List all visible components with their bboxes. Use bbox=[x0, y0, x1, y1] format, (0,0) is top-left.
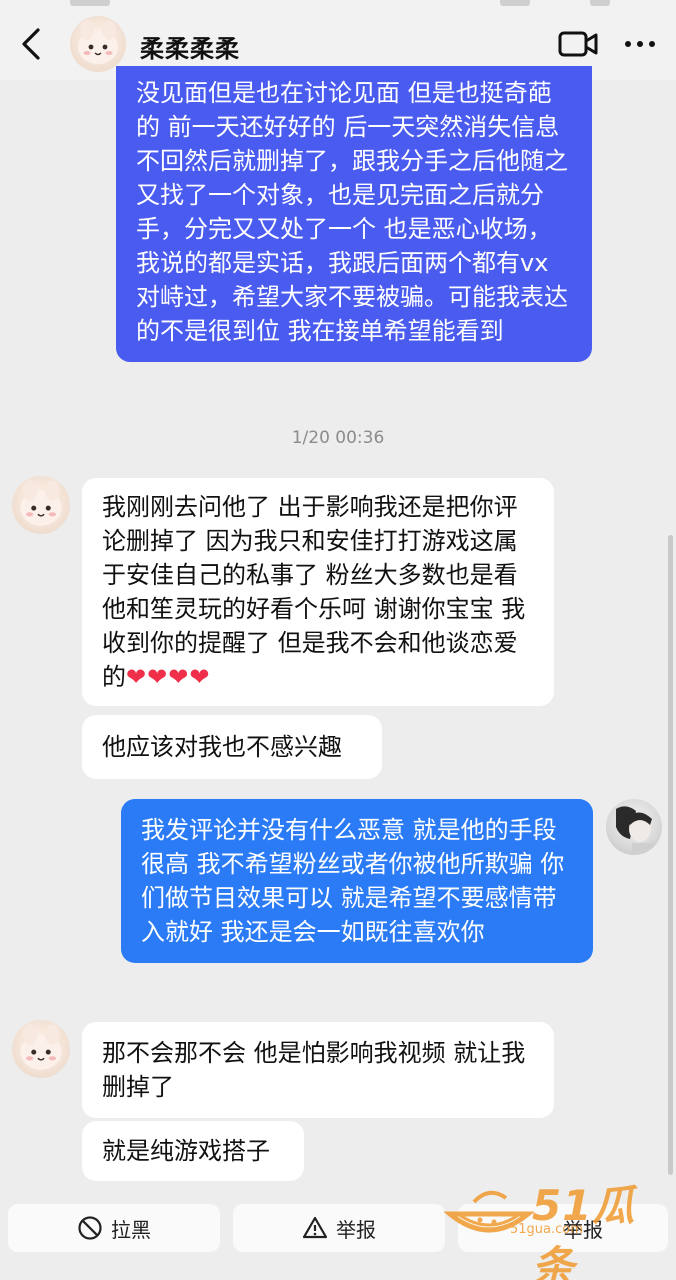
sender-avatar[interactable] bbox=[12, 476, 70, 534]
outgoing-message-bubble[interactable]: 我发评论并没有什么恶意 就是他的手段很高 我不希望粉丝或者你被他所欺骗 你们做节… bbox=[121, 799, 593, 963]
incoming-message-bubble[interactable]: 就是纯游戏搭子 bbox=[82, 1121, 304, 1181]
report-button[interactable]: 举报 bbox=[233, 1204, 445, 1252]
video-camera-icon bbox=[558, 31, 598, 57]
user-photo-icon bbox=[616, 806, 654, 853]
block-button[interactable]: 拉黑 bbox=[8, 1204, 220, 1252]
more-button[interactable] bbox=[620, 30, 660, 58]
warning-icon bbox=[302, 1216, 328, 1239]
report-label: 举报 bbox=[336, 1217, 376, 1242]
scrollbar[interactable] bbox=[668, 535, 673, 1175]
more-dots-icon bbox=[625, 41, 655, 47]
incoming-message-bubble[interactable]: 那不会那不会 他是怕影响我视频 就让我删掉了 bbox=[82, 1022, 554, 1118]
contact-name[interactable]: 柔柔柔柔 bbox=[140, 29, 240, 64]
heart-emoji: ❤❤❤❤ bbox=[126, 663, 211, 691]
incoming-message-bubble[interactable]: 我刚刚去问他了 出于影响我还是把你评论删掉了 因为我只和安佳打打游戏这属于安佳自… bbox=[82, 478, 554, 706]
signal-icon bbox=[500, 0, 530, 6]
message-text: 我发评论并没有什么恶意 就是他的手段很高 我不希望粉丝或者你被他所欺骗 你们做节… bbox=[141, 816, 565, 946]
battery-icon bbox=[590, 0, 610, 6]
watermark-url: 51gua.com bbox=[510, 1222, 583, 1237]
watermark-logo: 51瓜条 51gua.com bbox=[444, 1170, 666, 1280]
contact-avatar[interactable] bbox=[70, 16, 126, 72]
incoming-message-bubble[interactable]: 他应该对我也不感兴趣 bbox=[82, 715, 382, 779]
bunny-avatar-icon bbox=[20, 1024, 62, 1070]
self-avatar[interactable] bbox=[606, 799, 662, 855]
outgoing-message-bubble[interactable]: 没见面但是也在讨论见面 但是也挺奇葩的 前一天还好好的 后一天突然消失信息不回然… bbox=[116, 66, 592, 362]
sender-avatar[interactable] bbox=[12, 1020, 70, 1078]
video-call-button[interactable] bbox=[556, 26, 600, 62]
block-label: 拉黑 bbox=[111, 1217, 151, 1242]
bunny-avatar-icon bbox=[78, 20, 118, 64]
back-button[interactable] bbox=[14, 24, 50, 64]
message-text: 那不会那不会 他是怕影响我视频 就让我删掉了 bbox=[102, 1039, 526, 1101]
message-text: 没见面但是也在讨论见面 但是也挺奇葩的 前一天还好好的 后一天突然消失信息不回然… bbox=[136, 79, 568, 345]
message-timestamp: 1/20 00:36 bbox=[291, 428, 385, 448]
message-text: 就是纯游戏搭子 bbox=[102, 1137, 270, 1165]
chevron-left-icon bbox=[22, 28, 40, 60]
message-text: 我刚刚去问他了 出于影响我还是把你评论删掉了 因为我只和安佳打打游戏这属于安佳自… bbox=[102, 493, 526, 691]
bunny-avatar-icon bbox=[20, 480, 62, 526]
status-bar-fragment bbox=[70, 0, 110, 6]
message-text: 他应该对我也不感兴趣 bbox=[102, 733, 342, 761]
block-icon bbox=[78, 1216, 102, 1240]
